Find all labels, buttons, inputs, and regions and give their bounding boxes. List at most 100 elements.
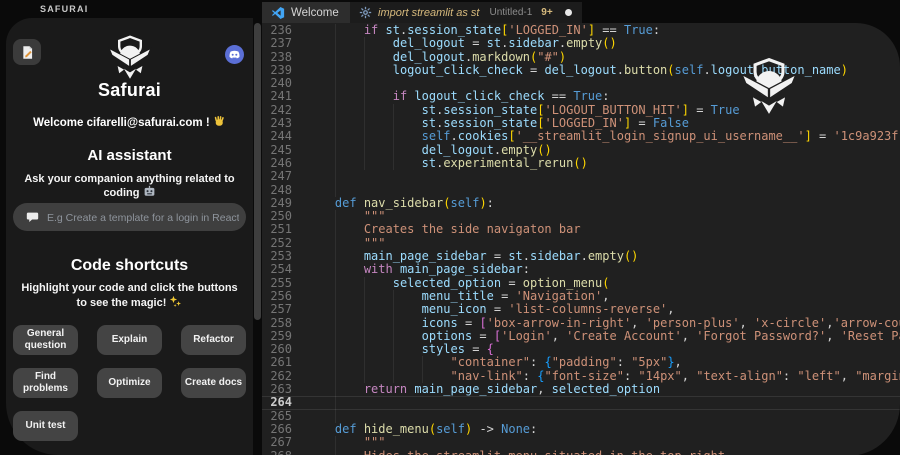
line-number: 264 bbox=[262, 396, 292, 409]
code-line[interactable]: 268 Hides the streamlit menu situated in… bbox=[262, 450, 900, 455]
sidebar-scrollbar-thumb[interactable] bbox=[254, 23, 261, 320]
line-number: 254 bbox=[262, 263, 292, 276]
line-number: 260 bbox=[262, 343, 292, 356]
line-number: 268 bbox=[262, 450, 292, 455]
line-number: 255 bbox=[262, 277, 292, 290]
line-number: 239 bbox=[262, 64, 292, 77]
line-number: 257 bbox=[262, 303, 292, 316]
code-shortcuts-subtitle: Highlight your code and click the button… bbox=[17, 281, 242, 311]
line-number: 251 bbox=[262, 223, 292, 236]
line-number: 244 bbox=[262, 130, 292, 143]
code-line[interactable]: 247 bbox=[262, 170, 900, 183]
line-number: 242 bbox=[262, 104, 292, 117]
code-lines: 236 if st.session_state['LOGGED_IN'] == … bbox=[262, 24, 900, 455]
robot-icon bbox=[143, 185, 156, 198]
code-line[interactable]: 259 options = ['Login', 'Create Account'… bbox=[262, 330, 900, 343]
ai-assistant-heading: AI assistant bbox=[6, 147, 253, 164]
waving-hand-icon bbox=[213, 115, 226, 128]
line-number: 240 bbox=[262, 77, 292, 90]
code-editor: 236 if st.session_state['LOGGED_IN'] == … bbox=[262, 23, 900, 455]
code-line[interactable]: 260 styles = { bbox=[262, 343, 900, 356]
code-line[interactable]: 255 selected_option = option_menu( bbox=[262, 277, 900, 290]
code-line[interactable]: 243 st.session_state['LOGGED_IN'] = Fals… bbox=[262, 117, 900, 130]
code-line[interactable]: 240 bbox=[262, 77, 900, 90]
code-line[interactable]: 267 """ bbox=[262, 436, 900, 449]
vscode-logo-icon bbox=[271, 6, 285, 20]
line-number: 236 bbox=[262, 24, 292, 37]
tab-welcome[interactable]: Welcome bbox=[262, 2, 353, 23]
safurai-watermark-icon bbox=[735, 56, 803, 118]
line-number: 243 bbox=[262, 117, 292, 130]
line-number: 265 bbox=[262, 410, 292, 423]
code-line[interactable]: 265 bbox=[262, 410, 900, 423]
discord-button[interactable] bbox=[225, 45, 244, 64]
code-line[interactable]: 250 """ bbox=[262, 210, 900, 223]
line-number: 247 bbox=[262, 170, 292, 183]
shortcut-button-unit-test[interactable]: Unit test bbox=[13, 411, 78, 441]
shortcut-button-general-question[interactable]: General question bbox=[13, 325, 78, 355]
code-line[interactable]: 252 """ bbox=[262, 237, 900, 250]
code-line[interactable]: 257 menu_icon = 'list-columns-reverse', bbox=[262, 303, 900, 316]
code-line[interactable]: 241 if logout_click_check == True: bbox=[262, 90, 900, 103]
code-line[interactable]: 261 "container": {"padding": "5px"}, bbox=[262, 356, 900, 369]
code-line[interactable]: 246 st.experimental_rerun() bbox=[262, 157, 900, 170]
safurai-sidebar: Safurai Welcome cifarelli@safurai.com ! … bbox=[6, 18, 253, 455]
code-line[interactable]: 266 def hide_menu(self) -> None: bbox=[262, 423, 900, 436]
code-line[interactable]: 251 Creates the side navigaton bar bbox=[262, 223, 900, 236]
line-number: 258 bbox=[262, 317, 292, 330]
sparkles-icon bbox=[169, 295, 182, 308]
code-line[interactable]: 262 "nav-link": {"font-size": "14px", "t… bbox=[262, 370, 900, 383]
shortcut-button-create-docs[interactable]: Create docs bbox=[181, 368, 246, 398]
line-number: 238 bbox=[262, 51, 292, 64]
code-line[interactable]: 245 del_logout.empty() bbox=[262, 144, 900, 157]
code-line[interactable]: 244 self.cookies['__streamlit_login_sign… bbox=[262, 130, 900, 143]
line-number: 261 bbox=[262, 356, 292, 369]
code-shortcuts-heading: Code shortcuts bbox=[6, 257, 253, 275]
line-number: 262 bbox=[262, 370, 292, 383]
line-number: 250 bbox=[262, 210, 292, 223]
prompt-input[interactable] bbox=[45, 203, 241, 233]
code-line[interactable]: 258 icons = ['box-arrow-in-right', 'pers… bbox=[262, 317, 900, 330]
line-number: 241 bbox=[262, 90, 292, 103]
code-line[interactable]: 236 if st.session_state['LOGGED_IN'] == … bbox=[262, 24, 900, 37]
code-line[interactable]: 239 logout_click_check = del_logout.butt… bbox=[262, 64, 900, 77]
gear-icon bbox=[359, 6, 372, 19]
safurai-logo-icon bbox=[106, 34, 154, 82]
shortcut-button-explain[interactable]: Explain bbox=[97, 325, 162, 355]
shortcut-button-refactor[interactable]: Refactor bbox=[181, 325, 246, 355]
prompt-input-wrapper bbox=[13, 203, 246, 231]
code-line[interactable]: 256 menu_title = 'Navigation', bbox=[262, 290, 900, 303]
shortcut-button-optimize[interactable]: Optimize bbox=[97, 368, 162, 398]
shortcut-buttons-grid: General question Explain Refactor Find p… bbox=[13, 325, 246, 441]
code-line[interactable]: 264 bbox=[262, 396, 900, 409]
code-line[interactable]: 238 del_logout.markdown("#") bbox=[262, 51, 900, 64]
app-window: SAFURAI 236 if st.session_state['LOGGED_… bbox=[0, 0, 900, 455]
code-line[interactable]: 237 del_logout = st.sidebar.empty() bbox=[262, 37, 900, 50]
new-document-button[interactable] bbox=[13, 39, 41, 65]
code-line[interactable]: 242 st.session_state['LOGOUT_BUTTON_HIT'… bbox=[262, 104, 900, 117]
line-number: 248 bbox=[262, 184, 292, 197]
line-number: 259 bbox=[262, 330, 292, 343]
doc-pencil-icon bbox=[20, 45, 35, 60]
code-line[interactable]: 248 bbox=[262, 184, 900, 197]
code-line[interactable]: 254 with main_page_sidebar: bbox=[262, 263, 900, 276]
code-line[interactable]: 263 return main_page_sidebar, selected_o… bbox=[262, 383, 900, 396]
line-number: 237 bbox=[262, 37, 292, 50]
window-title: SAFURAI bbox=[40, 4, 88, 14]
line-number: 267 bbox=[262, 436, 292, 449]
code-line[interactable]: 249 def nav_sidebar(self): bbox=[262, 197, 900, 210]
ai-assistant-subtitle: Ask your companion anything related to c… bbox=[6, 173, 253, 199]
tab-problems-badge: 9+ bbox=[541, 7, 552, 18]
tab-untitled-1[interactable]: import streamlit as st Untitled-1 9+ bbox=[350, 2, 582, 23]
code-line[interactable]: 253 main_page_sidebar = st.sidebar.empty… bbox=[262, 250, 900, 263]
line-number: 266 bbox=[262, 423, 292, 436]
line-number: 256 bbox=[262, 290, 292, 303]
line-number: 246 bbox=[262, 157, 292, 170]
tab-file-name: Untitled-1 bbox=[489, 7, 532, 18]
welcome-text: Welcome cifarelli@safurai.com ! bbox=[6, 115, 253, 129]
sidebar-title: Safurai bbox=[6, 80, 253, 101]
line-number: 252 bbox=[262, 237, 292, 250]
tab-welcome-label: Welcome bbox=[291, 7, 339, 19]
shortcut-button-find-problems[interactable]: Find problems bbox=[13, 368, 78, 398]
tab-file-preview-label: import streamlit as st bbox=[378, 7, 479, 19]
